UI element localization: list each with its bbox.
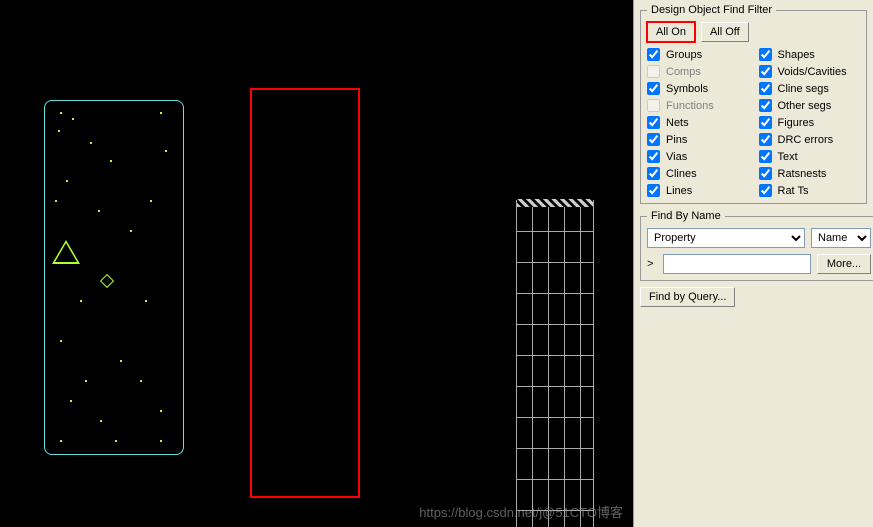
filter-label: Rat Ts: [778, 185, 809, 197]
filter-clines[interactable]: Clines: [647, 167, 749, 180]
filter-checkbox[interactable]: [759, 116, 772, 129]
filter-functions: Functions: [647, 99, 749, 112]
find-filter-legend: Design Object Find Filter: [647, 4, 776, 16]
all-off-button[interactable]: All Off: [701, 22, 749, 42]
filter-checkbox[interactable]: [647, 133, 660, 146]
filter-other-segs[interactable]: Other segs: [759, 99, 861, 112]
filter-shapes[interactable]: Shapes: [759, 48, 861, 61]
filter-label: Groups: [666, 49, 702, 61]
filter-label: Cline segs: [778, 83, 829, 95]
filter-label: Symbols: [666, 83, 708, 95]
filter-checkbox[interactable]: [759, 82, 772, 95]
filter-figures[interactable]: Figures: [759, 116, 861, 129]
all-on-button[interactable]: All On: [647, 22, 695, 42]
filter-groups[interactable]: Groups: [647, 48, 749, 61]
filter-label: Pins: [666, 134, 687, 146]
filter-checkbox[interactable]: [759, 65, 772, 78]
filter-label: DRC errors: [778, 134, 834, 146]
filter-checkbox[interactable]: [759, 184, 772, 197]
filter-checkbox[interactable]: [647, 116, 660, 129]
filter-voids-cavities[interactable]: Voids/Cavities: [759, 65, 861, 78]
filter-checkbox[interactable]: [759, 167, 772, 180]
filter-text[interactable]: Text: [759, 150, 861, 163]
find-name-input[interactable]: [663, 254, 811, 274]
design-canvas[interactable]: https://blog.csdn.net/j@51CTO博客: [0, 0, 633, 527]
filter-ratsnests[interactable]: Ratsnests: [759, 167, 861, 180]
filter-checkbox[interactable]: [759, 48, 772, 61]
filter-label: Clines: [666, 168, 697, 180]
filter-nets[interactable]: Nets: [647, 116, 749, 129]
filter-label: Shapes: [778, 49, 815, 61]
selection-rectangle: [250, 88, 360, 498]
filter-rat-ts[interactable]: Rat Ts: [759, 184, 861, 197]
options-panel: Design Object Find Filter All On All Off…: [633, 0, 873, 527]
filter-checkbox[interactable]: [647, 48, 660, 61]
filter-vias[interactable]: Vias: [647, 150, 749, 163]
filter-label: Voids/Cavities: [778, 66, 847, 78]
name-select[interactable]: Name: [811, 228, 871, 248]
filter-comps: Comps: [647, 65, 749, 78]
find-filter-group: Design Object Find Filter All On All Off…: [640, 4, 867, 204]
filter-lines[interactable]: Lines: [647, 184, 749, 197]
filter-checkbox[interactable]: [759, 150, 772, 163]
filter-symbols[interactable]: Symbols: [647, 82, 749, 95]
find-by-query-button[interactable]: Find by Query...: [640, 287, 735, 307]
filter-label: Nets: [666, 117, 689, 129]
filter-label: Comps: [666, 66, 701, 78]
filter-label: Other segs: [778, 100, 832, 112]
triangle-marker: [52, 240, 80, 264]
filter-label: Lines: [666, 185, 692, 197]
board-outline: [44, 100, 184, 455]
filter-checkbox[interactable]: [647, 82, 660, 95]
filter-label: Figures: [778, 117, 815, 129]
filter-checkbox[interactable]: [759, 133, 772, 146]
filter-checkbox: [647, 65, 660, 78]
filter-label: Vias: [666, 151, 687, 163]
filter-label: Text: [778, 151, 798, 163]
filter-checkbox[interactable]: [647, 167, 660, 180]
filter-checkbox: [647, 99, 660, 112]
more-button[interactable]: More...: [817, 254, 871, 274]
filter-checkbox[interactable]: [647, 150, 660, 163]
property-select[interactable]: Property: [647, 228, 805, 248]
filter-label: Ratsnests: [778, 168, 827, 180]
component-grid: [516, 200, 594, 527]
filter-label: Functions: [666, 100, 714, 112]
filter-checkbox[interactable]: [647, 184, 660, 197]
filter-checkbox[interactable]: [759, 99, 772, 112]
find-by-name-group: Find By Name Property Name > More...: [640, 210, 873, 281]
find-by-name-legend: Find By Name: [647, 210, 725, 222]
filter-drc-errors[interactable]: DRC errors: [759, 133, 861, 146]
prompt-icon: >: [647, 258, 657, 270]
filter-cline-segs[interactable]: Cline segs: [759, 82, 861, 95]
filter-pins[interactable]: Pins: [647, 133, 749, 146]
